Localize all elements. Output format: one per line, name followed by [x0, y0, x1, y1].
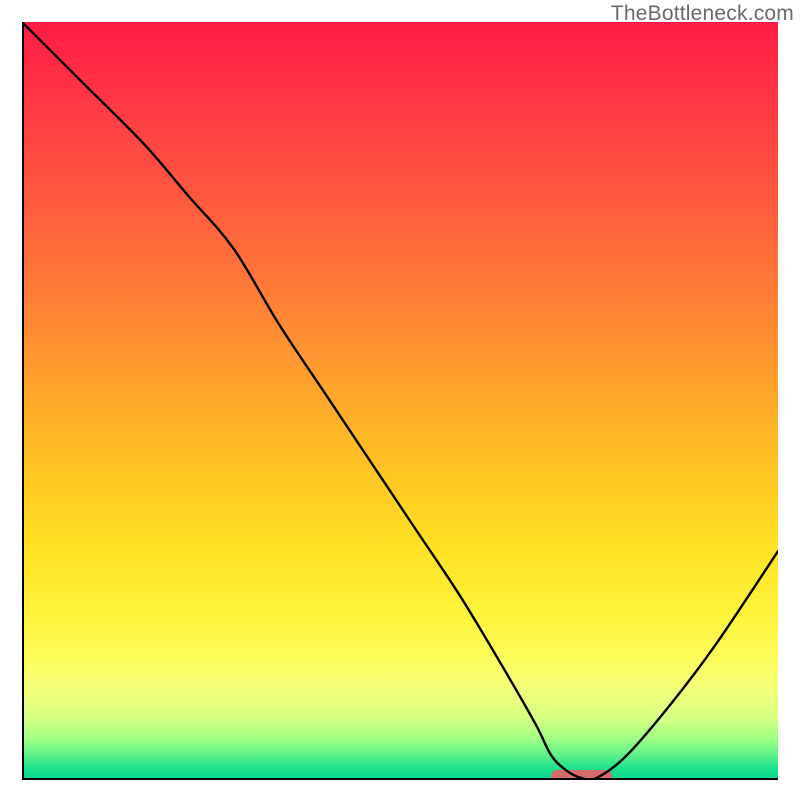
y-axis [22, 22, 24, 780]
x-axis [22, 778, 778, 780]
curve-svg [22, 22, 778, 778]
plot-area [22, 22, 778, 778]
chart-canvas: TheBottleneck.com [0, 0, 800, 800]
bottleneck-curve [22, 22, 778, 778]
watermark-text: TheBottleneck.com [611, 2, 794, 26]
